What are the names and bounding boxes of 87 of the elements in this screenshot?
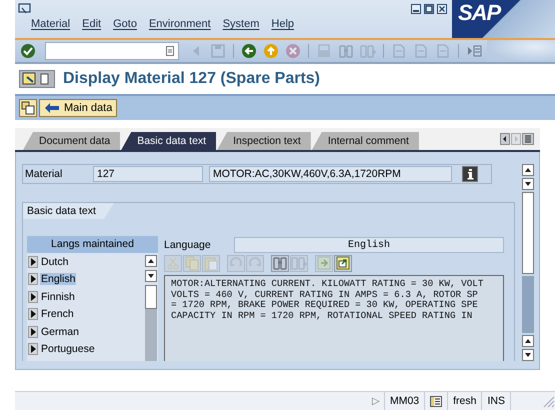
language-item[interactable]: French — [40, 308, 75, 320]
status-toggle[interactable]: ▷ — [372, 395, 380, 407]
export-button[interactable] — [334, 254, 352, 272]
scroll-up-icon[interactable] — [522, 335, 534, 347]
input-mode: INS — [481, 392, 510, 410]
command-field[interactable] — [45, 42, 179, 60]
menu-item[interactable]: System — [222, 18, 260, 30]
transaction-code: MM03 — [384, 392, 424, 410]
row-expand-icon[interactable] — [28, 308, 38, 320]
row-expand-icon[interactable] — [28, 273, 38, 286]
scrollbar-thumb[interactable] — [145, 285, 157, 309]
row-expand-icon[interactable] — [28, 290, 38, 303]
language-item[interactable]: Dutch — [40, 256, 70, 268]
import-icon — [316, 255, 332, 271]
minimize-icon[interactable] — [411, 4, 421, 14]
list-icon — [430, 396, 442, 406]
left-arrow-icon — [44, 102, 60, 114]
text-line: VOLTS = 460 V, CURRENT RATING IN AMPS = 6.3 A, ROTOR SP — [171, 290, 479, 300]
scroll-down-icon[interactable] — [522, 178, 534, 190]
text-line: = 1720 RPM, BRAKE POWER REQUIRED = 30 KW, OPERATING SPE — [171, 300, 479, 310]
dropdown-icon[interactable] — [166, 46, 174, 56]
back-arrow-button[interactable] — [240, 42, 258, 60]
scroll-left-icon[interactable] — [500, 133, 510, 145]
window-menu-icon[interactable] — [18, 3, 32, 15]
overview-button[interactable] — [19, 99, 37, 117]
overview-icon — [21, 101, 35, 115]
list-header: Langs maintained — [27, 236, 158, 253]
binoculars-icon — [338, 43, 354, 59]
tab[interactable]: Basic data text — [121, 132, 216, 150]
scissors-icon — [165, 255, 181, 271]
language-item[interactable]: Finnish — [40, 290, 76, 303]
binoculars-icon — [272, 255, 288, 271]
scrollbar-track[interactable] — [522, 276, 534, 333]
enter-button[interactable] — [19, 42, 37, 60]
sap-logo: SAP — [452, 0, 555, 38]
clipboard-icon — [203, 255, 219, 271]
printer-icon — [316, 43, 332, 59]
binoculars-plus-icon — [291, 255, 307, 271]
row-expand-icon[interactable] — [28, 326, 38, 338]
field-label: Language — [164, 238, 212, 250]
language-field: English — [234, 236, 504, 252]
page-icon — [435, 43, 451, 59]
text-line: MOTOR:ALTERNATING CURRENT. KILOWATT RATING = 30 KW, VOLT — [171, 279, 484, 290]
server-name: fresh — [447, 392, 482, 410]
language-item[interactable]: German — [40, 326, 80, 338]
scroll-down-icon[interactable] — [522, 349, 534, 361]
field-label: Material — [25, 168, 64, 180]
exit-icon — [263, 43, 279, 59]
window-title: Display Material 127 (Spare Parts) — [63, 70, 320, 88]
scrollbar-thumb[interactable] — [522, 192, 534, 274]
menu-item[interactable]: Material — [31, 18, 70, 30]
row-expand-icon[interactable] — [28, 256, 38, 268]
row-expand-icon[interactable] — [28, 343, 38, 356]
language-item[interactable]: English — [40, 273, 76, 286]
tab-list-icon[interactable] — [522, 133, 534, 145]
cancel-icon — [285, 43, 301, 59]
tab[interactable]: Document data — [23, 132, 120, 150]
maximize-icon[interactable] — [424, 4, 434, 14]
scroll-up-icon[interactable] — [522, 164, 534, 176]
export-icon — [335, 255, 351, 271]
enter-icon — [20, 43, 36, 59]
material-number-field: 127 — [93, 166, 203, 182]
copy-icon — [184, 255, 200, 271]
group-title: Basic data text — [23, 203, 114, 219]
description-field: MOTOR:AC,30KW,460V,6.3A,1720RPM — [209, 166, 452, 182]
scroll-down-icon[interactable] — [145, 270, 157, 282]
page-icon — [391, 43, 407, 59]
language-item[interactable]: Portuguese — [40, 343, 96, 356]
save-icon — [210, 43, 226, 59]
layout-icon — [466, 43, 482, 59]
binoculars-plus-icon — [360, 43, 376, 59]
tab[interactable]: Inspection text — [217, 132, 311, 150]
scroll-up-icon[interactable] — [145, 255, 157, 267]
text-line: CAPACITY IN RPM = 1720 RPM, ROTATIONAL SPEED RATING IN — [171, 310, 474, 321]
text-editor[interactable] — [164, 275, 504, 361]
menu-item[interactable]: Environment — [148, 18, 211, 30]
menu-item[interactable]: Edit — [82, 18, 102, 30]
info-button[interactable] — [462, 166, 478, 182]
close-icon[interactable] — [437, 4, 447, 14]
display-change-icon[interactable] — [19, 70, 55, 88]
tab[interactable]: Internal comment — [312, 132, 419, 150]
binoculars-button[interactable] — [271, 254, 289, 272]
menu-item[interactable]: Help — [271, 18, 294, 30]
main-data-button[interactable]: Main data — [39, 99, 118, 117]
page-icon — [413, 43, 429, 59]
resize-grip-icon[interactable] — [541, 394, 555, 408]
menu-item[interactable]: Goto — [113, 18, 137, 30]
